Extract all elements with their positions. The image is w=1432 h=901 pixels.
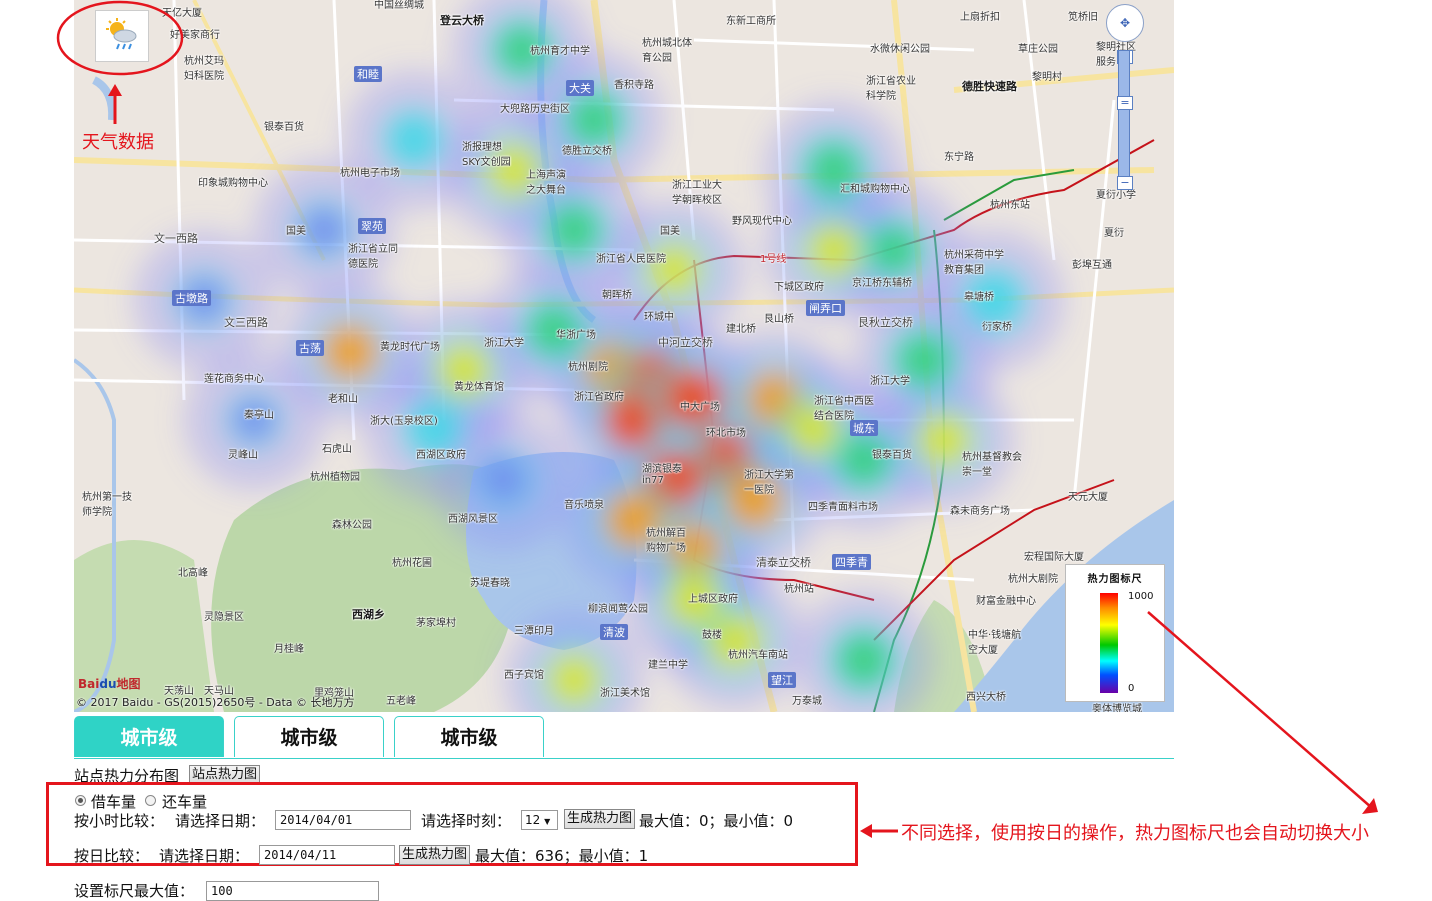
legend-annotation: 不同选择，使用按日的操作，热力图标尺也会自动切换大小 — [901, 823, 1369, 844]
weather-annotation: 天气数据 — [82, 132, 154, 153]
weather-arrowhead — [108, 84, 122, 96]
annotation-overlay — [56, 0, 1378, 838]
legend-arrow — [1147, 611, 1373, 809]
controls-arrowhead — [860, 824, 872, 838]
weather-highlight-ellipse — [56, 0, 184, 76]
